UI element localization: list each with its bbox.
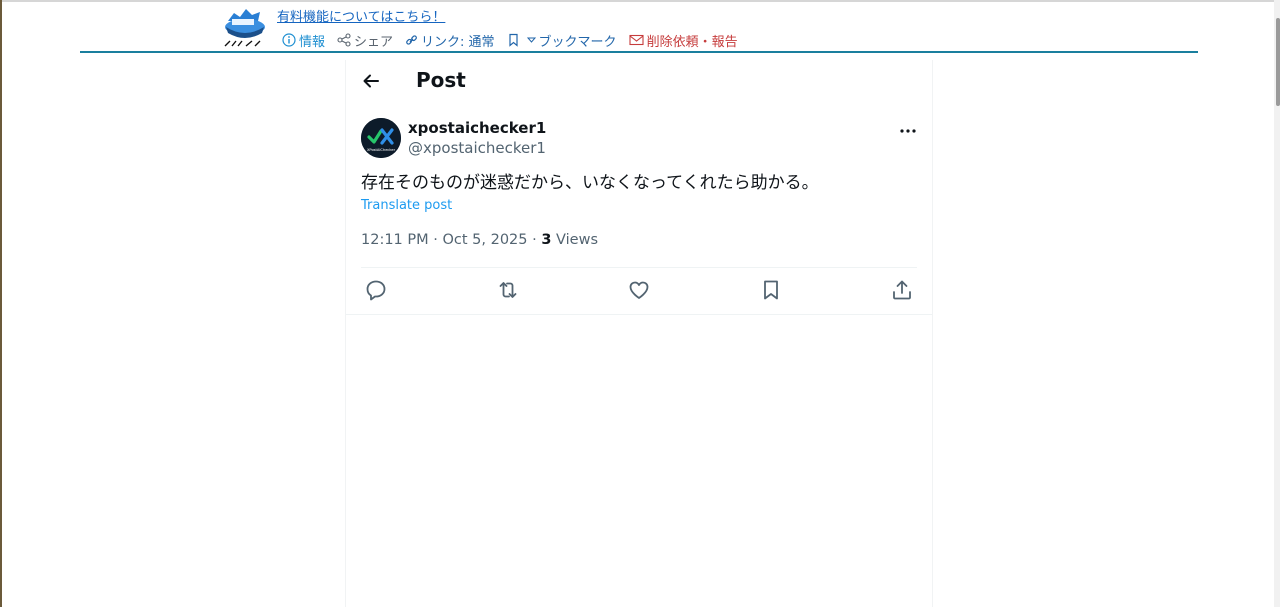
delete-report-button[interactable]: 削除依頼・報告 bbox=[629, 31, 738, 50]
archive-toolbar: 情報 シェア リンク: 通常 ブックマーク 削除依頼・報告 bbox=[282, 31, 750, 50]
share-button[interactable]: シェア bbox=[337, 31, 393, 50]
page-scrollbar[interactable] bbox=[1274, 0, 1280, 607]
link-icon bbox=[405, 34, 418, 47]
avatar-caption: XPostAIChecker bbox=[367, 148, 396, 152]
header-divider bbox=[80, 51, 1198, 53]
paid-features-link[interactable]: 有料機能についてはこちら！ bbox=[277, 6, 445, 25]
window-left-edge bbox=[0, 0, 2, 607]
share-icon bbox=[890, 280, 914, 306]
mail-icon bbox=[629, 34, 644, 46]
delete-report-label: 削除依頼・報告 bbox=[646, 34, 738, 50]
translate-post-link[interactable]: Translate post bbox=[361, 198, 452, 213]
user-handle[interactable]: @xpostaichecker1 bbox=[408, 139, 546, 157]
tweet-card: Post XPostAIChecker xpostaichecker1 @xpo… bbox=[345, 60, 933, 607]
bookmark-icon bbox=[759, 280, 783, 306]
page-title: Post bbox=[416, 68, 466, 92]
actions-divider-bottom bbox=[346, 314, 932, 315]
display-name[interactable]: xpostaichecker1 bbox=[408, 119, 546, 137]
meta-separator: · bbox=[428, 232, 443, 248]
scrollbar-thumb[interactable] bbox=[1276, 18, 1280, 106]
more-button[interactable] bbox=[896, 122, 920, 134]
share-nodes-icon bbox=[337, 33, 351, 47]
tweet-text: 存在そのものが迷惑だから、いなくなってくれたら助かる。 bbox=[361, 173, 819, 193]
views-label: Views bbox=[556, 232, 599, 248]
bookmark-outline-icon bbox=[507, 33, 520, 47]
reply-icon bbox=[364, 280, 388, 306]
retweet-button[interactable] bbox=[496, 278, 520, 302]
like-icon bbox=[627, 281, 651, 306]
dropdown-triangle-icon bbox=[526, 36, 536, 44]
tweet-time[interactable]: 12:11 PM bbox=[361, 232, 429, 248]
link-label: リンク: 通常 bbox=[421, 34, 495, 50]
share-post-button[interactable] bbox=[890, 278, 914, 302]
site-logo[interactable] bbox=[222, 3, 268, 49]
post-header: Post bbox=[346, 60, 932, 102]
bookmark-dropdown[interactable]: ブックマーク bbox=[507, 31, 617, 50]
back-button[interactable] bbox=[360, 70, 382, 92]
actions-divider-top bbox=[361, 267, 917, 268]
retweet-icon bbox=[496, 282, 520, 306]
link-button[interactable]: リンク: 通常 bbox=[405, 31, 495, 50]
reply-button[interactable] bbox=[364, 278, 388, 302]
bookmark-label: ブックマーク bbox=[538, 34, 617, 50]
views-count: 3 bbox=[541, 232, 552, 248]
tweet-actions bbox=[346, 278, 932, 304]
meta-separator: · bbox=[527, 232, 542, 248]
info-button[interactable]: 情報 bbox=[282, 31, 325, 50]
more-icon bbox=[896, 122, 920, 141]
share-label: シェア bbox=[354, 34, 394, 50]
tweet-date[interactable]: Oct 5, 2025 bbox=[442, 232, 527, 248]
tweet-meta: 12:11 PM · Oct 5, 2025 · 3 Views bbox=[361, 232, 598, 248]
like-button[interactable] bbox=[627, 278, 651, 302]
info-icon bbox=[282, 33, 296, 47]
back-arrow-icon bbox=[360, 74, 382, 96]
bookmark-button[interactable] bbox=[759, 278, 783, 302]
avatar[interactable]: XPostAIChecker bbox=[361, 118, 401, 158]
archive-header: 有料機能についてはこちら！ 情報 シェア リンク: 通常 ブックマーク 削除依頼… bbox=[80, 0, 1198, 54]
info-label: 情報 bbox=[299, 34, 326, 50]
